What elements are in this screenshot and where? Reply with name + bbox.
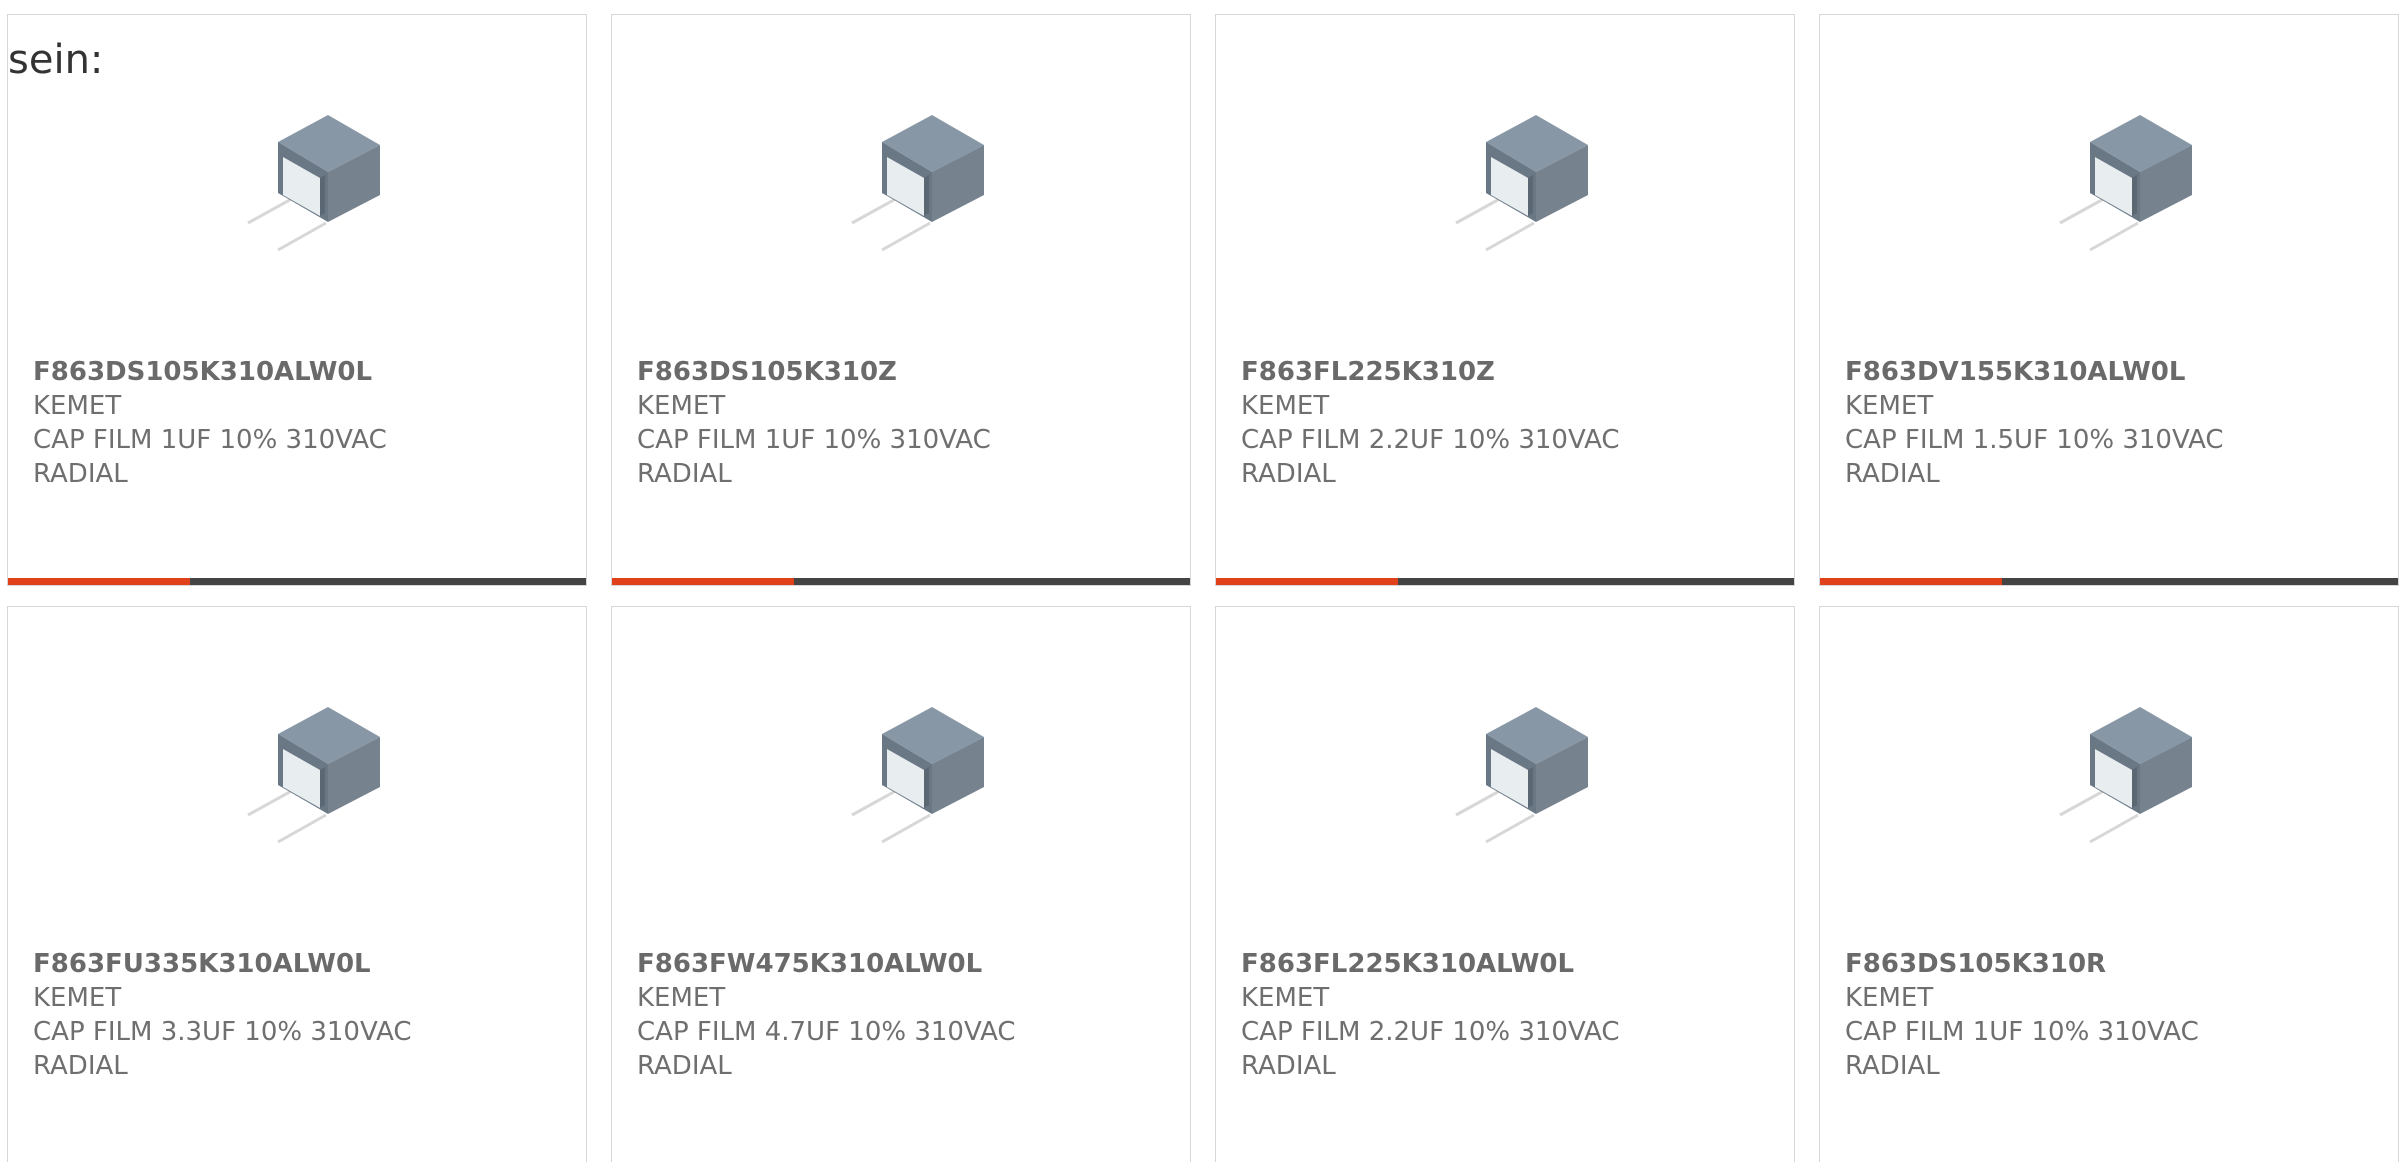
product-card[interactable]: F863FL225K310ALW0L KEMET CAP FILM 2.2UF …	[1215, 606, 1795, 1162]
film-capacitor-image	[1455, 115, 1588, 252]
part-number[interactable]: F863DV155K310ALW0L	[1845, 355, 2224, 389]
product-card[interactable]: F863FL225K310Z KEMET CAP FILM 2.2UF 10% …	[1215, 14, 1795, 586]
manufacturer: KEMET	[1845, 983, 1934, 1013]
manufacturer: KEMET	[1241, 391, 1330, 421]
progress-fill	[8, 578, 191, 585]
product-card[interactable]: F863DS105K310Z KEMET CAP FILM 1UF 10% 31…	[611, 14, 1191, 586]
product-description: CAP FILM 3.3UF 10% 310VAC	[33, 1017, 412, 1047]
mount-type: RADIAL	[33, 459, 128, 489]
page: sein: F863DS105K310ALW0L KEMET CAP FILM …	[0, 0, 2400, 1162]
product-info: F863DV155K310ALW0L KEMET CAP FILM 1.5UF …	[1845, 355, 2224, 491]
product-info: F863FU335K310ALW0L KEMET CAP FILM 3.3UF …	[33, 947, 412, 1083]
progress-bar	[612, 578, 1190, 585]
part-number[interactable]: F863DS105K310ALW0L	[33, 355, 387, 389]
film-capacitor-image	[247, 115, 380, 252]
part-number[interactable]: F863FL225K310ALW0L	[1241, 947, 1620, 981]
film-capacitor-image	[851, 115, 984, 252]
manufacturer: KEMET	[33, 391, 122, 421]
product-description: CAP FILM 1UF 10% 310VAC	[637, 425, 991, 455]
film-capacitor-image	[2059, 115, 2192, 252]
product-description: CAP FILM 1UF 10% 310VAC	[33, 425, 387, 455]
mount-type: RADIAL	[1845, 1051, 1940, 1081]
product-card[interactable]: F863DS105K310ALW0L KEMET CAP FILM 1UF 10…	[7, 14, 587, 586]
part-number[interactable]: F863FU335K310ALW0L	[33, 947, 412, 981]
part-number[interactable]: F863DS105K310R	[1845, 947, 2199, 981]
part-number[interactable]: F863DS105K310Z	[637, 355, 991, 389]
mount-type: RADIAL	[33, 1051, 128, 1081]
product-description: CAP FILM 1UF 10% 310VAC	[1845, 1017, 2199, 1047]
mount-type: RADIAL	[637, 1051, 732, 1081]
product-info: F863FW475K310ALW0L KEMET CAP FILM 4.7UF …	[637, 947, 1016, 1083]
mount-type: RADIAL	[1241, 459, 1336, 489]
progress-bar	[8, 578, 586, 585]
manufacturer: KEMET	[1241, 983, 1330, 1013]
mount-type: RADIAL	[1241, 1051, 1336, 1081]
product-description: CAP FILM 1.5UF 10% 310VAC	[1845, 425, 2224, 455]
progress-fill	[1820, 578, 2003, 585]
progress-fill	[1216, 578, 1399, 585]
product-card[interactable]: F863DS105K310R KEMET CAP FILM 1UF 10% 31…	[1819, 606, 2399, 1162]
product-description: CAP FILM 2.2UF 10% 310VAC	[1241, 425, 1620, 455]
film-capacitor-image	[2059, 707, 2192, 844]
manufacturer: KEMET	[637, 983, 726, 1013]
manufacturer: KEMET	[33, 983, 122, 1013]
product-grid: F863DS105K310ALW0L KEMET CAP FILM 1UF 10…	[7, 14, 2400, 1162]
manufacturer: KEMET	[637, 391, 726, 421]
product-card[interactable]: F863FW475K310ALW0L KEMET CAP FILM 4.7UF …	[611, 606, 1191, 1162]
mount-type: RADIAL	[1845, 459, 1940, 489]
part-number[interactable]: F863FW475K310ALW0L	[637, 947, 1016, 981]
product-info: F863DS105K310R KEMET CAP FILM 1UF 10% 31…	[1845, 947, 2199, 1083]
product-card[interactable]: F863DV155K310ALW0L KEMET CAP FILM 1.5UF …	[1819, 14, 2399, 586]
mount-type: RADIAL	[637, 459, 732, 489]
manufacturer: KEMET	[1845, 391, 1934, 421]
film-capacitor-image	[247, 707, 380, 844]
progress-fill	[612, 578, 795, 585]
product-info: F863DS105K310Z KEMET CAP FILM 1UF 10% 31…	[637, 355, 991, 491]
lead-text: sein:	[8, 37, 104, 83]
film-capacitor-image	[1455, 707, 1588, 844]
part-number[interactable]: F863FL225K310Z	[1241, 355, 1620, 389]
product-info: F863FL225K310ALW0L KEMET CAP FILM 2.2UF …	[1241, 947, 1620, 1083]
product-description: CAP FILM 4.7UF 10% 310VAC	[637, 1017, 1016, 1047]
progress-bar	[1216, 578, 1794, 585]
product-info: F863FL225K310Z KEMET CAP FILM 2.2UF 10% …	[1241, 355, 1620, 491]
product-card[interactable]: F863FU335K310ALW0L KEMET CAP FILM 3.3UF …	[7, 606, 587, 1162]
film-capacitor-image	[851, 707, 984, 844]
progress-bar	[1820, 578, 2398, 585]
product-info: F863DS105K310ALW0L KEMET CAP FILM 1UF 10…	[33, 355, 387, 491]
product-description: CAP FILM 2.2UF 10% 310VAC	[1241, 1017, 1620, 1047]
